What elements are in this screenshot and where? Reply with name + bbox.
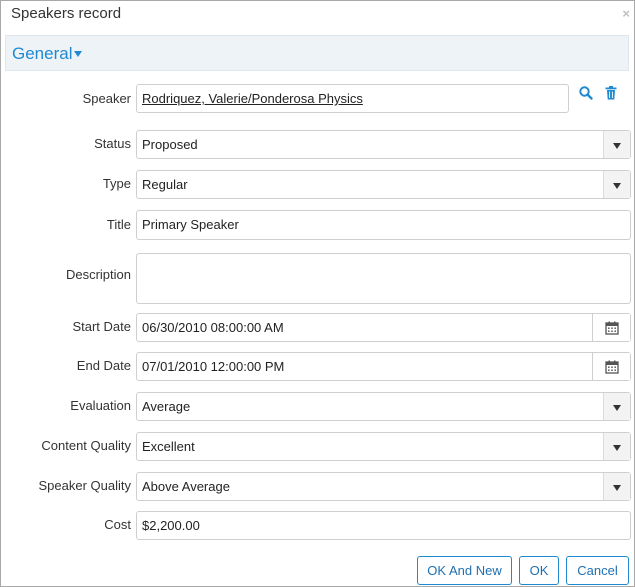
start-date-calendar-button[interactable] (592, 314, 630, 341)
description-label: Description (65, 267, 131, 282)
calendar-icon (605, 321, 619, 335)
cost-label: Cost (104, 517, 131, 532)
status-value: Proposed (142, 137, 198, 152)
speaker-quality-dropdown-button[interactable] (603, 473, 630, 500)
start-date-label: Start Date (72, 319, 131, 334)
end-date-input[interactable]: 07/01/2010 12:00:00 PM (136, 352, 631, 381)
content-quality-label: Content Quality (41, 438, 131, 453)
content-quality-select[interactable]: Excellent (136, 432, 631, 461)
content-quality-dropdown-button[interactable] (603, 433, 630, 460)
general-section-header[interactable]: General (5, 35, 629, 71)
type-value: Regular (142, 177, 188, 192)
chevron-down-icon (613, 405, 621, 411)
start-date-value: 06/30/2010 08:00:00 AM (142, 320, 284, 335)
speaker-link[interactable]: Rodriquez, Valerie/Ponderosa Physics (142, 91, 363, 106)
status-dropdown-button[interactable] (603, 131, 630, 158)
ok-and-new-button[interactable]: OK And New (417, 556, 512, 585)
content-quality-value: Excellent (142, 439, 195, 454)
trash-icon[interactable] (604, 85, 618, 104)
caret-down-icon (74, 51, 82, 57)
speaker-quality-label: Speaker Quality (38, 478, 132, 493)
status-select[interactable]: Proposed (136, 130, 631, 159)
title-value: Primary Speaker (142, 217, 239, 232)
description-textarea[interactable] (136, 253, 631, 304)
speaker-label: Speaker (82, 91, 131, 106)
cost-value: $2,200.00 (142, 518, 200, 533)
end-date-calendar-button[interactable] (592, 353, 630, 380)
speaker-quality-select[interactable]: Above Average (136, 472, 631, 501)
chevron-down-icon (613, 183, 621, 189)
evaluation-dropdown-button[interactable] (603, 393, 630, 420)
title-label: Title (106, 217, 131, 232)
dialog-title: Speakers record (11, 5, 122, 22)
cost-input[interactable]: $2,200.00 (136, 511, 631, 540)
speaker-quality-value: Above Average (142, 479, 230, 494)
calendar-icon (605, 360, 619, 374)
search-icon[interactable] (578, 85, 594, 104)
chevron-down-icon (613, 143, 621, 149)
evaluation-select[interactable]: Average (136, 392, 631, 421)
speakers-record-dialog: Speakers record × General Speaker Rodriq… (0, 0, 635, 587)
title-input[interactable]: Primary Speaker (136, 210, 631, 240)
start-date-input[interactable]: 06/30/2010 08:00:00 AM (136, 313, 631, 342)
cancel-button[interactable]: Cancel (566, 556, 629, 585)
type-select[interactable]: Regular (136, 170, 631, 199)
close-icon[interactable]: × (622, 7, 630, 21)
type-label: Type (102, 176, 131, 191)
chevron-down-icon (613, 445, 621, 451)
end-date-value: 07/01/2010 12:00:00 PM (142, 359, 285, 374)
speaker-field[interactable]: Rodriquez, Valerie/Ponderosa Physics (136, 84, 569, 113)
type-dropdown-button[interactable] (603, 171, 630, 198)
end-date-label: End Date (76, 358, 131, 373)
status-label: Status (94, 136, 131, 151)
evaluation-label: Evaluation (70, 398, 131, 413)
evaluation-value: Average (142, 399, 191, 414)
title-bar: Speakers record × (1, 1, 634, 29)
section-title: General (12, 44, 73, 63)
ok-button[interactable]: OK (519, 556, 559, 585)
chevron-down-icon (613, 485, 621, 491)
